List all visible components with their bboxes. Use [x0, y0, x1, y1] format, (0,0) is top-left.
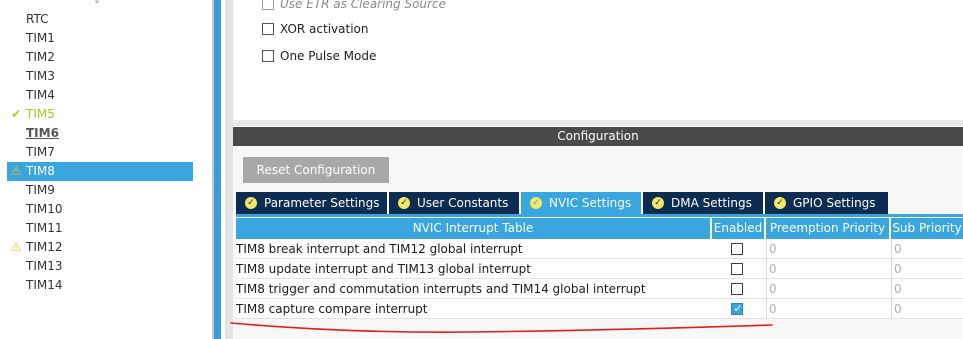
red-underline-stroke — [230, 322, 773, 333]
red-underline-annotation — [230, 322, 773, 333]
